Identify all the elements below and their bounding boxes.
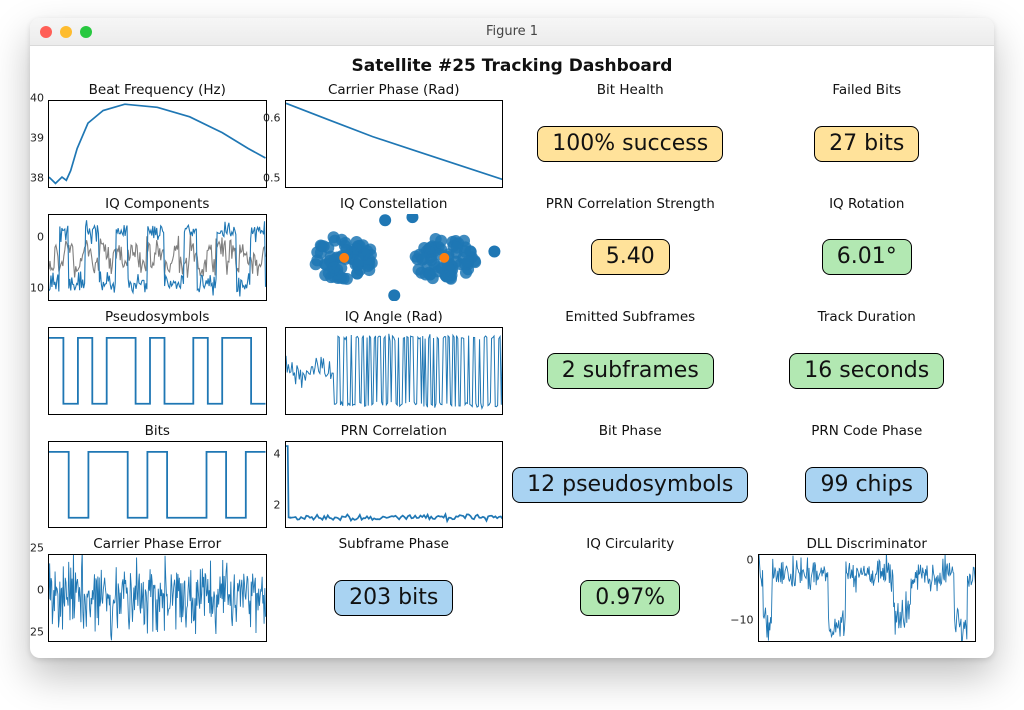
- zoom-icon[interactable]: [80, 26, 92, 38]
- cell-title: Emitted Subframes: [521, 309, 740, 325]
- y-tick-labels: 24: [247, 423, 281, 531]
- cell-r1c1: IQ Constellation: [285, 196, 504, 304]
- cell-r0c1: Carrier Phase (Rad)0.50.6: [285, 82, 504, 190]
- cell-title: PRN Correlation Strength: [521, 196, 740, 212]
- metric-badge: 5.40: [591, 239, 670, 275]
- window-controls: [40, 26, 92, 38]
- cell-title: Subframe Phase: [285, 536, 504, 552]
- cell-title: Pseudosymbols: [48, 309, 267, 325]
- cell-r2c1: IQ Angle (Rad): [285, 309, 504, 417]
- figure-canvas: Satellite #25 Tracking Dashboard Beat Fr…: [30, 46, 994, 658]
- cell-title: Track Duration: [758, 309, 977, 325]
- plot-dll: [758, 554, 977, 642]
- plot-beat: [48, 100, 267, 188]
- cell-title: IQ Constellation: [285, 196, 504, 212]
- window-title: Figure 1: [486, 24, 538, 39]
- y-tick-labels: 333833393340: [30, 82, 44, 190]
- cell-title: IQ Circularity: [521, 536, 740, 552]
- cell-title: PRN Correlation: [285, 423, 504, 439]
- cell-r0c0: Beat Frequency (Hz)333833393340: [48, 82, 267, 190]
- cell-title: Carrier Phase (Rad): [285, 82, 504, 98]
- metric-badge: 99 chips: [805, 467, 928, 503]
- cell-r0c3: Failed Bits 27 bits: [758, 82, 977, 190]
- cell-title: Failed Bits: [758, 82, 977, 98]
- dashboard-grid: Beat Frequency (Hz)333833393340Carrier P…: [48, 82, 976, 644]
- cell-title: DLL Discriminator: [758, 536, 977, 552]
- metric-badge: 27 bits: [814, 126, 919, 162]
- plot-prn: [285, 441, 504, 529]
- cell-r1c2: PRN Correlation Strength 5.40: [521, 196, 740, 304]
- cell-r1c3: IQ Rotation 6.01°: [758, 196, 977, 304]
- y-tick-labels: −25025: [30, 536, 44, 644]
- plot-psym: [48, 327, 267, 415]
- y-tick-labels: 0.50.6: [247, 82, 281, 190]
- metric-badge: 12 pseudosymbols: [512, 467, 748, 503]
- metric-badge: 100% success: [537, 126, 723, 162]
- window-titlebar[interactable]: Figure 1: [30, 18, 994, 46]
- cell-r1c0: IQ Components−100: [48, 196, 267, 304]
- cell-title: PRN Code Phase: [758, 423, 977, 439]
- metric-badge: 203 bits: [334, 580, 453, 616]
- cell-r3c0: Bits: [48, 423, 267, 531]
- y-tick-labels: −100: [30, 196, 44, 304]
- cell-r2c3: Track Duration 16 seconds: [758, 309, 977, 417]
- cell-title: IQ Components: [48, 196, 267, 212]
- cell-r3c3: PRN Code Phase 99 chips: [758, 423, 977, 531]
- plot-constellation: [285, 214, 504, 302]
- cell-title: IQ Angle (Rad): [285, 309, 504, 325]
- cell-r4c1: Subframe Phase 203 bits: [285, 536, 504, 644]
- cell-title: Bit Health: [521, 82, 740, 98]
- cell-r4c3: DLL Discriminator−100: [758, 536, 977, 644]
- cell-title: Bits: [48, 423, 267, 439]
- plot-iqangle: [285, 327, 504, 415]
- cell-r2c0: Pseudosymbols: [48, 309, 267, 417]
- cell-title: Beat Frequency (Hz): [48, 82, 267, 98]
- metric-badge: 16 seconds: [789, 353, 944, 389]
- cell-r3c2: Bit Phase12 pseudosymbols: [521, 423, 740, 531]
- cell-r3c1: PRN Correlation24: [285, 423, 504, 531]
- macos-window: Figure 1 Satellite #25 Tracking Dashboar…: [30, 18, 994, 658]
- cell-r4c0: Carrier Phase Error−25025: [48, 536, 267, 644]
- close-icon[interactable]: [40, 26, 52, 38]
- plot-cpe: [48, 554, 267, 642]
- plot-iqcomp: [48, 214, 267, 302]
- cell-title: IQ Rotation: [758, 196, 977, 212]
- y-tick-labels: −100: [720, 536, 754, 644]
- plot-bits: [48, 441, 267, 529]
- plot-phase: [285, 100, 504, 188]
- minimize-icon[interactable]: [60, 26, 72, 38]
- metric-badge: 6.01°: [822, 239, 912, 275]
- cell-r2c2: Emitted Subframes 2 subframes: [521, 309, 740, 417]
- cell-r4c2: IQ Circularity 0.97%: [521, 536, 740, 644]
- metric-badge: 2 subframes: [547, 353, 714, 389]
- cell-title: Carrier Phase Error: [48, 536, 267, 552]
- metric-badge: 0.97%: [580, 580, 680, 616]
- dashboard-title: Satellite #25 Tracking Dashboard: [48, 56, 976, 76]
- cell-r0c2: Bit Health 100% success: [521, 82, 740, 190]
- cell-title: Bit Phase: [521, 423, 740, 439]
